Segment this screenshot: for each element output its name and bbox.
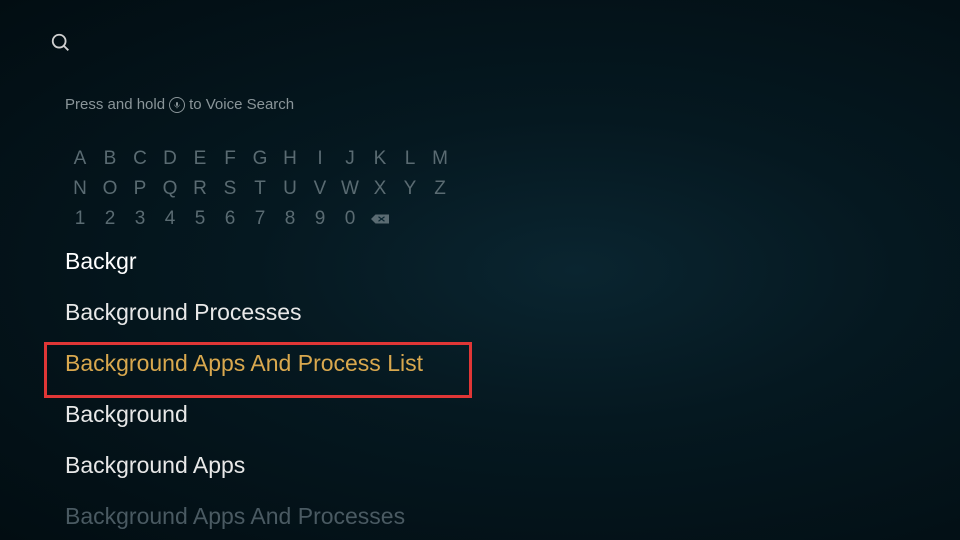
key-0[interactable]: 0 <box>335 205 365 233</box>
result-item[interactable]: Background Apps And Processes <box>65 503 423 530</box>
key-g[interactable]: G <box>245 145 275 173</box>
key-2[interactable]: 2 <box>95 205 125 233</box>
hint-suffix: to Voice Search <box>189 96 294 113</box>
key-r[interactable]: R <box>185 175 215 203</box>
result-item[interactable]: Background <box>65 401 423 428</box>
mic-icon <box>169 97 185 113</box>
key-m[interactable]: M <box>425 145 455 173</box>
key-f[interactable]: F <box>215 145 245 173</box>
key-z[interactable]: Z <box>425 175 455 203</box>
search-query: Backgr <box>65 248 423 275</box>
hint-prefix: Press and hold <box>65 96 165 113</box>
key-7[interactable]: 7 <box>245 205 275 233</box>
key-q[interactable]: Q <box>155 175 185 203</box>
search-icon[interactable] <box>50 32 72 54</box>
key-j[interactable]: J <box>335 145 365 173</box>
key-3[interactable]: 3 <box>125 205 155 233</box>
key-a[interactable]: A <box>65 145 95 173</box>
key-1[interactable]: 1 <box>65 205 95 233</box>
key-c[interactable]: C <box>125 145 155 173</box>
key-o[interactable]: O <box>95 175 125 203</box>
key-s[interactable]: S <box>215 175 245 203</box>
key-i[interactable]: I <box>305 145 335 173</box>
key-y[interactable]: Y <box>395 175 425 203</box>
key-k[interactable]: K <box>365 145 395 173</box>
key-6[interactable]: 6 <box>215 205 245 233</box>
key-backspace[interactable] <box>365 205 395 233</box>
key-n[interactable]: N <box>65 175 95 203</box>
key-u[interactable]: U <box>275 175 305 203</box>
key-e[interactable]: E <box>185 145 215 173</box>
keyboard-row-1: A B C D E F G H I J K L M <box>65 145 455 173</box>
key-4[interactable]: 4 <box>155 205 185 233</box>
key-x[interactable]: X <box>365 175 395 203</box>
key-9[interactable]: 9 <box>305 205 335 233</box>
result-item-highlighted[interactable]: Background Apps And Process List <box>65 350 423 377</box>
key-h[interactable]: H <box>275 145 305 173</box>
keyboard-row-3: 1 2 3 4 5 6 7 8 9 0 <box>65 205 455 233</box>
key-5[interactable]: 5 <box>185 205 215 233</box>
key-l[interactable]: L <box>395 145 425 173</box>
voice-search-hint: Press and hold to Voice Search <box>65 96 294 113</box>
key-v[interactable]: V <box>305 175 335 203</box>
key-space[interactable] <box>395 205 425 233</box>
key-p[interactable]: P <box>125 175 155 203</box>
result-item[interactable]: Background Processes <box>65 299 423 326</box>
onscreen-keyboard: A B C D E F G H I J K L M N O P Q R S T … <box>65 145 455 235</box>
search-results: Backgr Background Processes Background A… <box>65 248 423 530</box>
key-d[interactable]: D <box>155 145 185 173</box>
keyboard-row-2: N O P Q R S T U V W X Y Z <box>65 175 455 203</box>
key-8[interactable]: 8 <box>275 205 305 233</box>
key-t[interactable]: T <box>245 175 275 203</box>
key-b[interactable]: B <box>95 145 125 173</box>
key-w[interactable]: W <box>335 175 365 203</box>
result-item[interactable]: Background Apps <box>65 452 423 479</box>
